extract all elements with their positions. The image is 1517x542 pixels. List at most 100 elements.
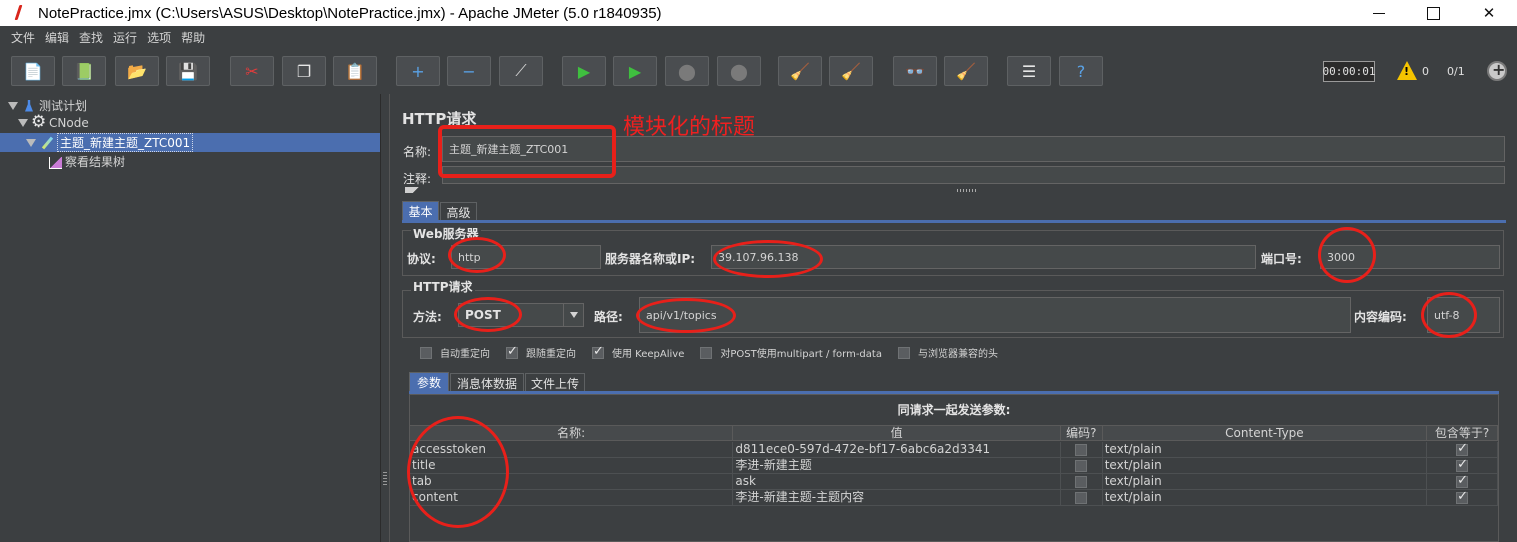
help-button[interactable]: ? <box>1059 56 1103 86</box>
column-header-include-equals[interactable]: 包含等于? <box>1427 426 1498 440</box>
param-value-cell[interactable]: ask <box>733 474 1061 489</box>
content-type-cell[interactable]: text/plain <box>1103 474 1428 489</box>
menu-file[interactable]: 文件 <box>11 29 35 46</box>
param-value-cell[interactable]: d811ece0-597d-472e-bf17-6abc6a2d3341 <box>733 442 1061 457</box>
encode-checkbox[interactable] <box>1075 443 1088 456</box>
tab-advanced[interactable]: 高级 <box>440 202 477 221</box>
start-button[interactable]: ▶ <box>562 56 606 86</box>
menu-bar: 文件 编辑 查找 运行 选项 帮助 <box>0 26 1517 48</box>
clear-button[interactable]: 🧹 <box>778 56 822 86</box>
tab-files-upload[interactable]: 文件上传 <box>525 373 585 392</box>
close-button[interactable] <box>1466 0 1512 26</box>
table-caption: 同请求一起发送参数: <box>897 403 1011 417</box>
gear-icon <box>31 112 46 132</box>
pipette-icon <box>40 136 54 150</box>
tree-item-cnode[interactable]: CNode <box>18 112 89 132</box>
tree-item-test-plan[interactable]: 测试计划 <box>8 97 87 114</box>
clear-all-icon: 🧹 <box>841 61 861 81</box>
auto-redirect-checkbox[interactable] <box>420 346 432 359</box>
chevron-down-icon[interactable] <box>563 304 583 326</box>
encode-cell <box>1061 442 1103 457</box>
column-header-value[interactable]: 值 <box>733 426 1061 440</box>
tab-basic[interactable]: 基本 <box>402 201 439 220</box>
server-label: 服务器名称或IP: <box>605 252 696 266</box>
encode-checkbox[interactable] <box>1075 459 1088 472</box>
content-type-cell[interactable]: text/plain <box>1103 490 1428 505</box>
save-button[interactable]: 💾 <box>166 56 210 86</box>
paste-button[interactable]: 📋 <box>333 56 377 86</box>
param-value-cell[interactable]: 李进-新建主题 <box>733 458 1061 473</box>
collapse-arrows-icon[interactable] <box>405 187 427 193</box>
tab-strip-line <box>402 220 1506 223</box>
encode-cell <box>1061 458 1103 473</box>
toggle-button[interactable]: ⟋ <box>499 56 543 86</box>
include-equals-checkbox[interactable] <box>1456 474 1469 488</box>
cut-button[interactable]: ✂ <box>230 56 274 86</box>
encode-checkbox[interactable] <box>1075 475 1088 488</box>
follow-redirect-checkbox[interactable] <box>506 344 518 359</box>
menu-run[interactable]: 运行 <box>113 29 137 46</box>
keepalive-checkbox[interactable] <box>592 344 604 359</box>
copy-button[interactable]: ❐ <box>282 56 326 86</box>
menu-help[interactable]: 帮助 <box>181 29 205 46</box>
new-button[interactable]: 📄 <box>11 56 55 86</box>
expand-arrow-icon[interactable] <box>18 118 28 127</box>
expand-button[interactable]: + <box>396 56 440 86</box>
include-equals-checkbox[interactable] <box>1456 490 1469 504</box>
table-row[interactable]: accesstoken d811ece0-597d-472e-bf17-6abc6… <box>410 442 1498 458</box>
http-request-panel: HTTP请求 模块化的标题 名称: 主题_新建主题_ZTC001 注释: 基本 … <box>391 94 1517 542</box>
protocol-label: 协议: <box>407 252 436 266</box>
function-helper-button[interactable]: ☰ <box>1007 56 1051 86</box>
remote-engines-icon[interactable] <box>1487 60 1507 81</box>
reset-search-button[interactable]: 🧹 <box>944 56 988 86</box>
encoding-label: 内容编码: <box>1354 310 1407 324</box>
maximize-button[interactable] <box>1410 0 1456 26</box>
search-button[interactable]: 👓 <box>893 56 937 86</box>
tab-body-data[interactable]: 消息体数据 <box>450 373 524 392</box>
toggle-icon: ⟋ <box>515 61 527 80</box>
include-equals-checkbox[interactable] <box>1456 442 1469 456</box>
shutdown-button[interactable]: ⬤ <box>717 56 761 86</box>
resize-grip-icon[interactable] <box>957 189 977 192</box>
name-label: 名称: <box>403 145 432 159</box>
table-row[interactable]: tab ask text/plain <box>410 474 1498 490</box>
start-no-pause-button[interactable]: ▶ <box>613 56 657 86</box>
clear-all-button[interactable]: 🧹 <box>829 56 873 86</box>
include-equals-cell <box>1427 490 1498 505</box>
column-header-encode[interactable]: 编码? <box>1061 426 1103 440</box>
param-value-cell[interactable]: 李进-新建主题-主题内容 <box>733 490 1061 505</box>
stop-icon: ⬤ <box>678 61 696 81</box>
include-equals-cell <box>1427 442 1498 457</box>
path-field[interactable]: api/v1/topics <box>639 297 1351 333</box>
warning-icon[interactable] <box>1397 61 1417 80</box>
split-pane-divider[interactable] <box>380 94 390 542</box>
content-type-cell[interactable]: text/plain <box>1103 458 1428 473</box>
table-row[interactable]: title 李进-新建主题 text/plain <box>410 458 1498 474</box>
stop-button[interactable]: ⬤ <box>665 56 709 86</box>
shutdown-icon: ⬤ <box>730 61 748 81</box>
collapse-button[interactable]: − <box>447 56 491 86</box>
menu-options[interactable]: 选项 <box>147 29 171 46</box>
menu-search[interactable]: 查找 <box>79 29 103 46</box>
path-label: 路径: <box>594 310 623 324</box>
include-equals-checkbox[interactable] <box>1456 458 1469 472</box>
content-type-cell[interactable]: text/plain <box>1103 442 1428 457</box>
tree-item-results-tree[interactable]: 察看结果树 <box>48 153 125 170</box>
drag-handle-icon[interactable] <box>383 472 387 486</box>
multipart-checkbox[interactable] <box>700 346 713 359</box>
open-button[interactable]: 📂 <box>115 56 159 86</box>
table-row[interactable]: content 李进-新建主题-主题内容 text/plain <box>410 490 1498 506</box>
minimize-button[interactable] <box>1356 0 1402 26</box>
expand-arrow-icon[interactable] <box>8 101 18 110</box>
options-row: 自动重定向 跟随重定向 使用 KeepAlive 对POST使用multipar… <box>420 344 1014 360</box>
menu-edit[interactable]: 编辑 <box>45 29 69 46</box>
browser-headers-checkbox[interactable] <box>897 346 910 359</box>
tab-parameters[interactable]: 参数 <box>409 372 449 391</box>
encode-checkbox[interactable] <box>1075 491 1088 504</box>
warning-count: 0 <box>1422 65 1429 78</box>
column-header-content-type[interactable]: Content-Type <box>1103 426 1428 440</box>
reset-search-icon: 🧹 <box>956 61 976 81</box>
templates-button[interactable]: 📗 <box>62 56 106 86</box>
expand-arrow-icon[interactable] <box>26 138 36 147</box>
tree-item-http-request[interactable]: 主题_新建主题_ZTC001 <box>26 133 194 152</box>
